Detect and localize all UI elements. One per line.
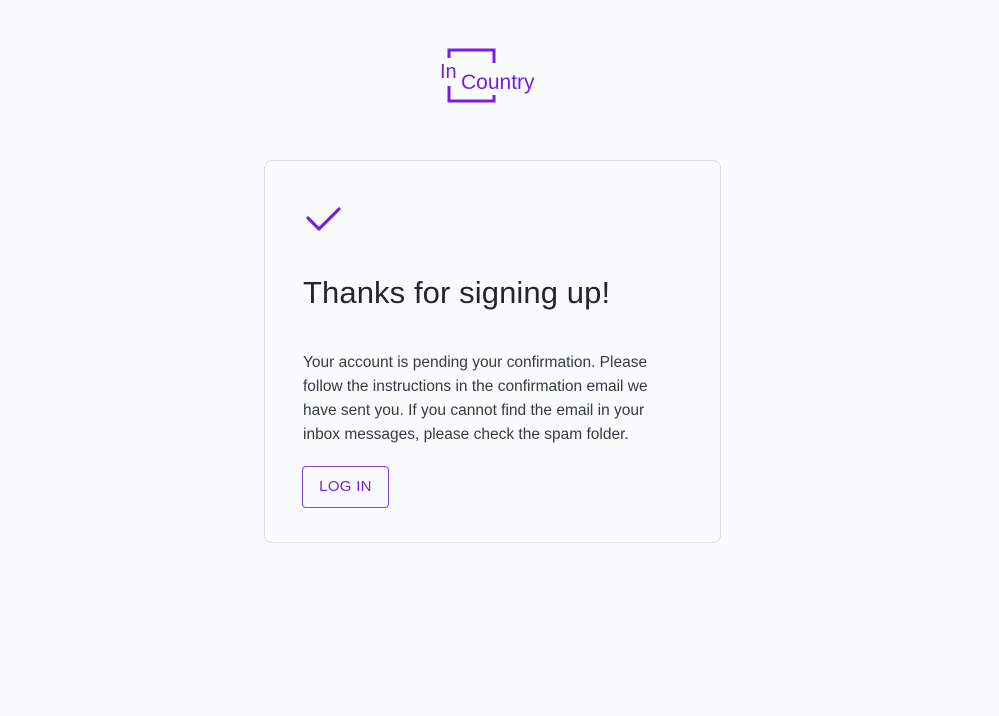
- checkmark-icon: [305, 205, 341, 235]
- confirmation-card: Thanks for signing up! Your account is p…: [264, 160, 721, 543]
- page-title: Thanks for signing up!: [303, 275, 611, 310]
- confirmation-message: Your account is pending your confirmatio…: [303, 354, 648, 443]
- logo-prefix: In: [440, 61, 457, 83]
- login-button[interactable]: LOG IN: [302, 466, 389, 508]
- logo-word: Country: [461, 71, 535, 94]
- signup-confirmation-page: In Country Thanks for signing up! Your a…: [0, 0, 999, 716]
- incountry-logo: In Country: [440, 48, 550, 106]
